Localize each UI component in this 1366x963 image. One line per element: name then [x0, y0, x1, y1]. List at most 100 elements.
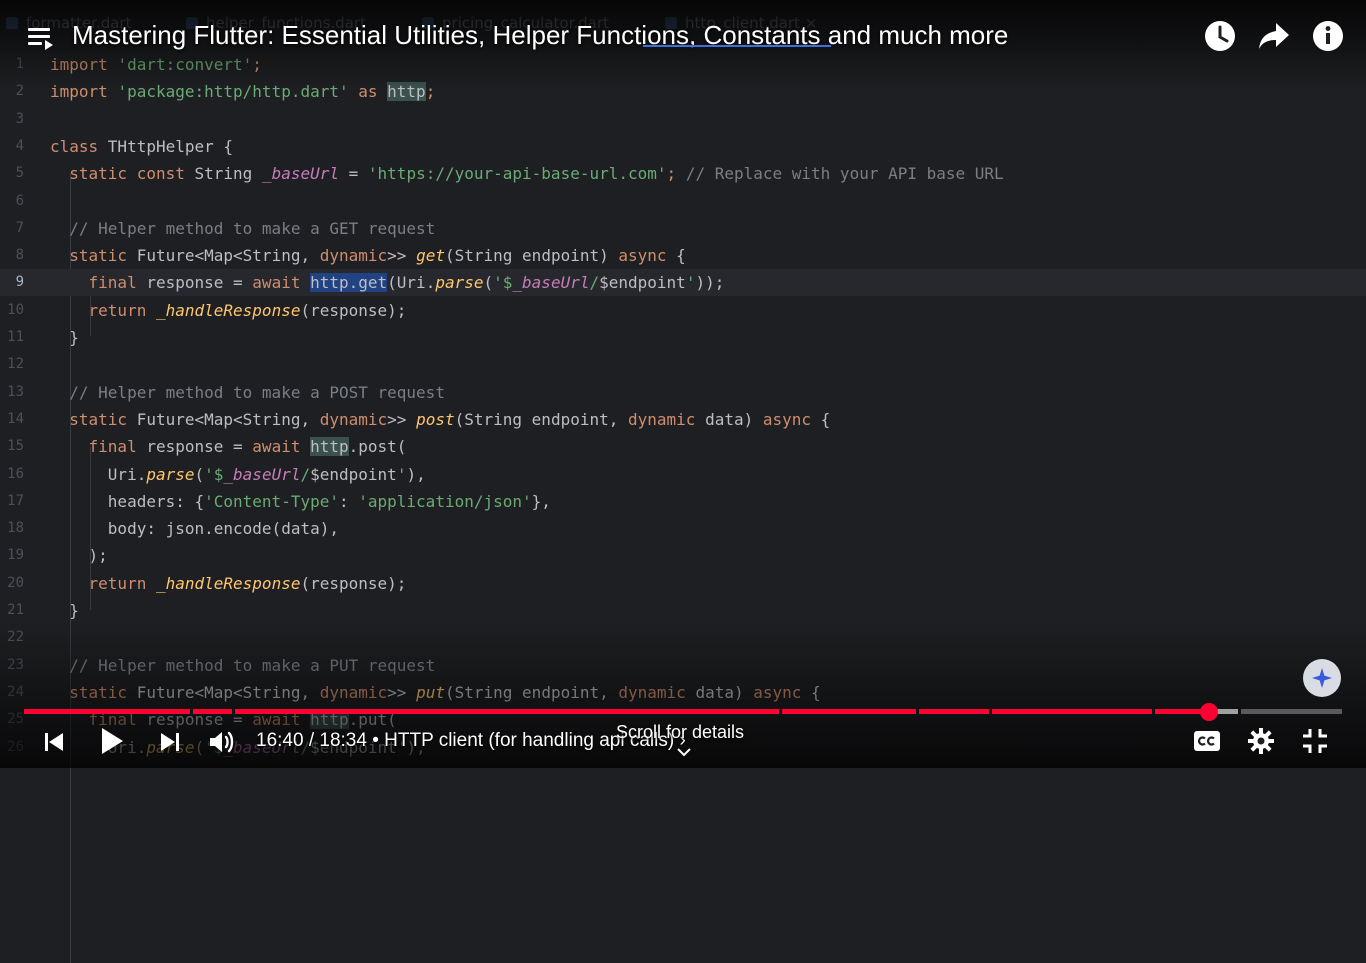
line-number: 22: [7, 629, 24, 646]
line-number: 3: [15, 110, 24, 127]
code-line[interactable]: 21 }: [0, 597, 1366, 624]
code-text: // Helper method to make a GET request: [50, 215, 435, 242]
next-button[interactable]: [156, 728, 184, 756]
code-line[interactable]: 16 Uri.parse('$_baseUrl/$endpoint'),: [0, 461, 1366, 488]
code-token: 'https://your-api-base-url.com': [367, 164, 667, 184]
code-token: >>: [387, 682, 417, 702]
code-text: body: json.encode(data),: [50, 515, 339, 542]
code-token: '$: [493, 273, 513, 293]
code-token: return: [50, 573, 156, 593]
code-line[interactable]: 15 final response = await http.post(: [0, 433, 1366, 460]
line-number: 1: [15, 56, 24, 72]
code-line[interactable]: 17 headers: {'Content-Type': 'applicatio…: [0, 488, 1366, 515]
code-line[interactable]: 6: [0, 188, 1366, 215]
code-text: Uri.parse('$_baseUrl/$endpoint'),: [50, 461, 426, 488]
code-line[interactable]: 7 // Helper method to make a GET request: [0, 215, 1366, 242]
code-token: final: [50, 273, 147, 293]
code-line[interactable]: 22: [0, 624, 1366, 651]
code-text: return _handleResponse(response);: [50, 570, 407, 597]
code-text: static Future<Map<String, dynamic>> post…: [50, 406, 830, 433]
code-line[interactable]: 20 return _handleResponse(response);: [0, 570, 1366, 597]
play-button[interactable]: [96, 724, 128, 758]
code-token: post: [416, 409, 455, 429]
code-line[interactable]: 19 );: [0, 542, 1366, 569]
code-text: static Future<Map<String, dynamic>> get(…: [50, 242, 686, 269]
code-token: await: [252, 273, 311, 293]
line-number: 6: [15, 192, 24, 209]
code-token: data): [705, 409, 763, 429]
code-line[interactable]: 5 static const String _baseUrl = 'https:…: [0, 160, 1366, 187]
scroll-for-details[interactable]: Scroll for details: [616, 722, 744, 743]
watch-later-button[interactable]: [1202, 18, 1238, 54]
code-text: final response = await http.get(Uri.pars…: [50, 269, 724, 296]
line-number: 23: [7, 656, 24, 673]
code-token: 'package:http/http.dart': [117, 82, 349, 102]
code-token: parse: [146, 464, 195, 484]
code-token: data): [695, 682, 754, 702]
code-token: response =: [146, 273, 253, 293]
line-number: 19: [7, 547, 24, 564]
code-text: }: [50, 324, 79, 351]
line-number: 2: [15, 83, 24, 100]
info-button[interactable]: [1310, 18, 1346, 54]
code-line[interactable]: 10 return _handleResponse(response);: [0, 297, 1366, 324]
line-number: 12: [7, 356, 24, 373]
line-number: 4: [15, 137, 24, 154]
code-token: (String endpoint,: [444, 682, 619, 702]
share-button[interactable]: [1256, 18, 1292, 54]
code-token: Future<Map<String,: [136, 409, 320, 429]
line-number: 21: [7, 602, 24, 618]
code-line[interactable]: 2 import 'package:http/http.dart' as http…: [0, 78, 1366, 105]
code-token: dynamic: [618, 682, 696, 702]
code-token: (String endpoint): [444, 246, 619, 266]
code-token: );: [50, 546, 108, 566]
playlist-menu-icon[interactable]: [28, 26, 54, 50]
code-token: async: [762, 409, 812, 429]
captions-button[interactable]: [1190, 726, 1224, 756]
code-line[interactable]: 4 class THttpHelper {: [0, 133, 1366, 160]
volume-button[interactable]: [206, 726, 238, 758]
assistant-button[interactable]: [1303, 659, 1341, 697]
seek-scrubber[interactable]: [1199, 703, 1218, 721]
code-line[interactable]: 14 static Future<Map<String, dynamic>> p…: [0, 406, 1366, 433]
code-line[interactable]: 8 static Future<Map<String, dynamic>> ge…: [0, 242, 1366, 269]
code-token: .post(: [348, 437, 407, 457]
code-line[interactable]: 1 import 'dart:convert';: [0, 51, 1366, 78]
time-display: 16:40 / 18:34: [256, 730, 367, 751]
code-token: dynamic: [319, 409, 388, 429]
settings-button[interactable]: [1244, 724, 1278, 758]
code-token: ;: [666, 164, 677, 184]
code-text: headers: {'Content-Type': 'application/j…: [50, 488, 551, 515]
seek-bar[interactable]: [24, 709, 1342, 714]
sparkle-icon: [1312, 668, 1332, 688]
line-number: 8: [15, 247, 24, 264]
code-line[interactable]: 9 final response = await http.get(Uri.pa…: [0, 269, 1366, 297]
code-line[interactable]: 12: [0, 351, 1366, 378]
progress-played: [235, 709, 779, 714]
code-line[interactable]: 11 }: [0, 324, 1366, 351]
code-token: $endpoint: [599, 273, 686, 293]
previous-button[interactable]: [40, 728, 68, 756]
video-title[interactable]: Mastering Flutter: Essential Utilities, …: [72, 20, 1008, 51]
line-number: 11: [7, 329, 24, 345]
skip-previous-icon: [45, 733, 63, 751]
code-token: // Replace with your API base URL: [676, 164, 1004, 184]
code-line[interactable]: 13 // Helper method to make a POST reque…: [0, 379, 1366, 406]
code-token: ;: [425, 82, 436, 102]
code-token: >>: [387, 409, 417, 429]
code-text: // Helper method to make a PUT request: [50, 652, 435, 679]
code-token: THttpHelper {: [107, 136, 234, 156]
code-text: return _handleResponse(response);: [50, 297, 407, 324]
code-text: );: [50, 542, 108, 569]
code-line[interactable]: 18 body: json.encode(data),: [0, 515, 1366, 542]
code-token: (: [483, 273, 494, 293]
code-token: '$: [204, 464, 224, 484]
code-token: body: json.encode(data),: [50, 519, 339, 539]
code-token: // Helper method to make a POST request: [50, 382, 445, 402]
code-text: }: [50, 597, 79, 624]
exit-fullscreen-button[interactable]: [1298, 724, 1332, 758]
code-line[interactable]: 23 // Helper method to make a PUT reques…: [0, 652, 1366, 679]
code-line[interactable]: 3: [0, 106, 1366, 133]
line-number: 25: [7, 711, 24, 728]
code-line[interactable]: 24 static Future<Map<String, dynamic>> p…: [0, 679, 1366, 706]
